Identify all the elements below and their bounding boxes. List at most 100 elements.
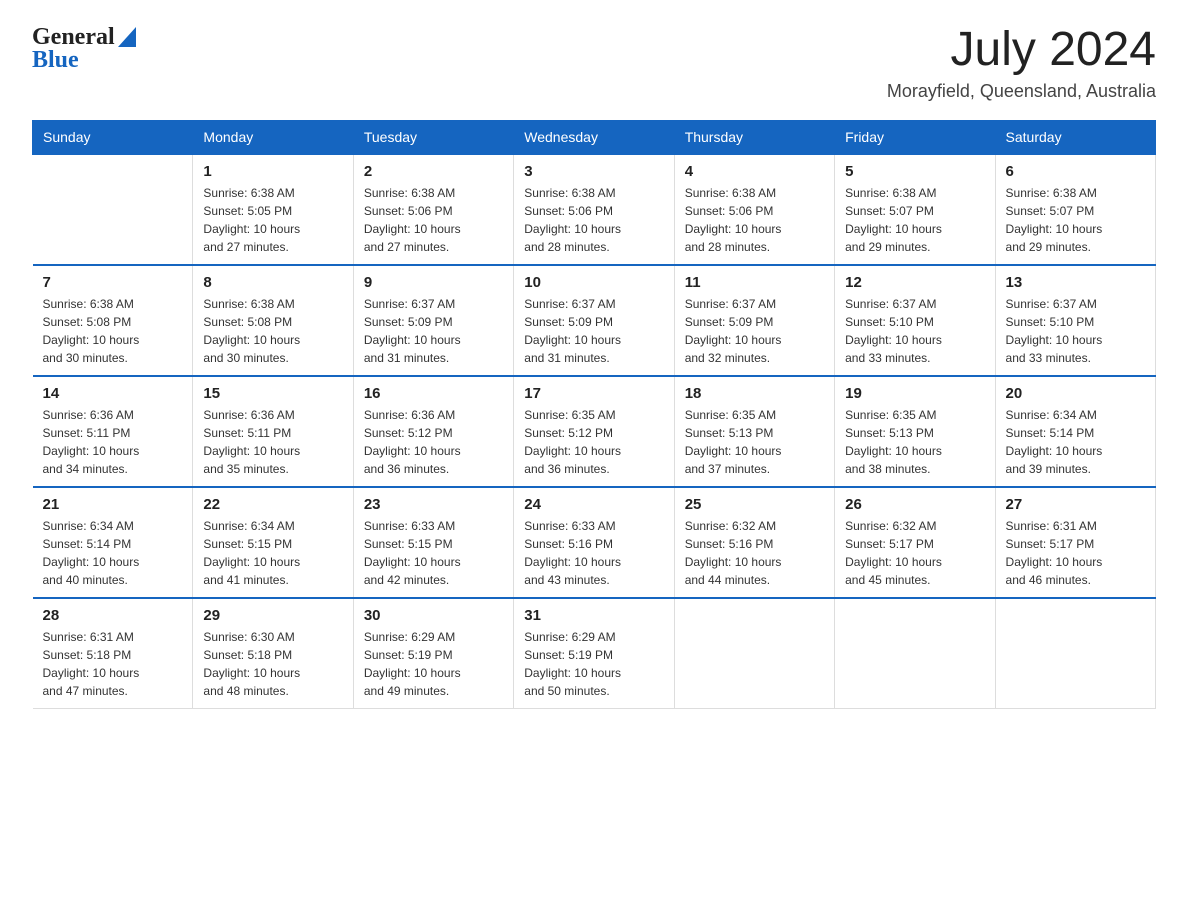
day-number: 30 — [364, 607, 503, 624]
day-info: Sunrise: 6:33 AM Sunset: 5:15 PM Dayligh… — [364, 517, 503, 589]
day-info: Sunrise: 6:38 AM Sunset: 5:06 PM Dayligh… — [364, 184, 503, 256]
calendar-day-header: Tuesday — [353, 120, 513, 154]
day-number: 27 — [1006, 496, 1145, 513]
location-subtitle: Morayfield, Queensland, Australia — [887, 81, 1156, 102]
day-info: Sunrise: 6:32 AM Sunset: 5:16 PM Dayligh… — [685, 517, 824, 589]
day-info: Sunrise: 6:36 AM Sunset: 5:11 PM Dayligh… — [203, 406, 342, 478]
day-info: Sunrise: 6:37 AM Sunset: 5:09 PM Dayligh… — [524, 295, 663, 367]
calendar-week-row: 1 Sunrise: 6:38 AM Sunset: 5:05 PM Daylig… — [33, 154, 1156, 265]
calendar-week-row: 21 Sunrise: 6:34 AM Sunset: 5:14 PM Dayli… — [33, 487, 1156, 598]
calendar-header-row: SundayMondayTuesdayWednesdayThursdayFrid… — [33, 120, 1156, 154]
day-info: Sunrise: 6:32 AM Sunset: 5:17 PM Dayligh… — [845, 517, 984, 589]
page-header: General Blue July 2024 Morayfield, Queen… — [32, 24, 1156, 102]
day-number: 2 — [364, 163, 503, 180]
day-info: Sunrise: 6:34 AM Sunset: 5:14 PM Dayligh… — [43, 517, 183, 589]
day-info: Sunrise: 6:36 AM Sunset: 5:11 PM Dayligh… — [43, 406, 183, 478]
calendar-day-header: Thursday — [674, 120, 834, 154]
day-number: 10 — [524, 274, 663, 291]
day-number: 21 — [43, 496, 183, 513]
calendar-day-cell: 20 Sunrise: 6:34 AM Sunset: 5:14 PM Dayli… — [995, 376, 1155, 487]
calendar-day-cell: 16 Sunrise: 6:36 AM Sunset: 5:12 PM Dayli… — [353, 376, 513, 487]
calendar-day-cell: 14 Sunrise: 6:36 AM Sunset: 5:11 PM Dayli… — [33, 376, 193, 487]
day-number: 25 — [685, 496, 824, 513]
calendar-day-cell: 28 Sunrise: 6:31 AM Sunset: 5:18 PM Dayli… — [33, 598, 193, 709]
calendar-day-cell: 10 Sunrise: 6:37 AM Sunset: 5:09 PM Dayli… — [514, 265, 674, 376]
calendar-day-cell: 21 Sunrise: 6:34 AM Sunset: 5:14 PM Dayli… — [33, 487, 193, 598]
calendar-day-cell: 24 Sunrise: 6:33 AM Sunset: 5:16 PM Dayli… — [514, 487, 674, 598]
day-number: 15 — [203, 385, 342, 402]
calendar-day-cell: 15 Sunrise: 6:36 AM Sunset: 5:11 PM Dayli… — [193, 376, 353, 487]
day-number: 29 — [203, 607, 342, 624]
day-info: Sunrise: 6:31 AM Sunset: 5:18 PM Dayligh… — [43, 628, 183, 700]
day-info: Sunrise: 6:38 AM Sunset: 5:07 PM Dayligh… — [1006, 184, 1145, 256]
logo: General Blue — [32, 24, 136, 74]
calendar-day-header: Sunday — [33, 120, 193, 154]
day-info: Sunrise: 6:38 AM Sunset: 5:05 PM Dayligh… — [203, 184, 342, 256]
day-info: Sunrise: 6:37 AM Sunset: 5:10 PM Dayligh… — [845, 295, 984, 367]
day-number: 5 — [845, 163, 984, 180]
day-number: 12 — [845, 274, 984, 291]
day-number: 31 — [524, 607, 663, 624]
day-number: 16 — [364, 385, 503, 402]
day-number: 26 — [845, 496, 984, 513]
day-number: 17 — [524, 385, 663, 402]
day-number: 4 — [685, 163, 824, 180]
calendar-day-cell: 29 Sunrise: 6:30 AM Sunset: 5:18 PM Dayli… — [193, 598, 353, 709]
calendar-day-cell: 5 Sunrise: 6:38 AM Sunset: 5:07 PM Daylig… — [835, 154, 995, 265]
calendar-week-row: 7 Sunrise: 6:38 AM Sunset: 5:08 PM Daylig… — [33, 265, 1156, 376]
day-info: Sunrise: 6:38 AM Sunset: 5:08 PM Dayligh… — [43, 295, 183, 367]
day-info: Sunrise: 6:35 AM Sunset: 5:13 PM Dayligh… — [685, 406, 824, 478]
day-info: Sunrise: 6:30 AM Sunset: 5:18 PM Dayligh… — [203, 628, 342, 700]
day-number: 13 — [1006, 274, 1145, 291]
day-number: 8 — [203, 274, 342, 291]
day-number: 9 — [364, 274, 503, 291]
day-number: 18 — [685, 385, 824, 402]
calendar-day-cell: 3 Sunrise: 6:38 AM Sunset: 5:06 PM Daylig… — [514, 154, 674, 265]
calendar-day-cell: 4Sunrise: 6:38 AM Sunset: 5:06 PM Daylig… — [674, 154, 834, 265]
day-info: Sunrise: 6:29 AM Sunset: 5:19 PM Dayligh… — [524, 628, 663, 700]
day-number: 7 — [43, 274, 183, 291]
calendar-day-cell: 17Sunrise: 6:35 AM Sunset: 5:12 PM Dayli… — [514, 376, 674, 487]
calendar-day-cell: 13Sunrise: 6:37 AM Sunset: 5:10 PM Dayli… — [995, 265, 1155, 376]
logo-blue-text: Blue — [32, 47, 79, 74]
calendar-day-cell: 25 Sunrise: 6:32 AM Sunset: 5:16 PM Dayli… — [674, 487, 834, 598]
calendar-week-row: 28 Sunrise: 6:31 AM Sunset: 5:18 PM Dayli… — [33, 598, 1156, 709]
day-info: Sunrise: 6:34 AM Sunset: 5:15 PM Dayligh… — [203, 517, 342, 589]
day-info: Sunrise: 6:36 AM Sunset: 5:12 PM Dayligh… — [364, 406, 503, 478]
calendar-day-cell: 18 Sunrise: 6:35 AM Sunset: 5:13 PM Dayli… — [674, 376, 834, 487]
calendar-day-header: Monday — [193, 120, 353, 154]
calendar-day-cell: 30Sunrise: 6:29 AM Sunset: 5:19 PM Dayli… — [353, 598, 513, 709]
calendar-day-cell: 6Sunrise: 6:38 AM Sunset: 5:07 PM Daylig… — [995, 154, 1155, 265]
day-number: 14 — [43, 385, 183, 402]
day-number: 1 — [203, 163, 342, 180]
day-number: 11 — [685, 274, 824, 291]
calendar-week-row: 14 Sunrise: 6:36 AM Sunset: 5:11 PM Dayli… — [33, 376, 1156, 487]
day-info: Sunrise: 6:34 AM Sunset: 5:14 PM Dayligh… — [1006, 406, 1145, 478]
calendar-day-cell: 1 Sunrise: 6:38 AM Sunset: 5:05 PM Daylig… — [193, 154, 353, 265]
month-year-title: July 2024 — [887, 24, 1156, 77]
title-block: July 2024 Morayfield, Queensland, Austra… — [887, 24, 1156, 102]
calendar-day-cell: 2 Sunrise: 6:38 AM Sunset: 5:06 PM Daylig… — [353, 154, 513, 265]
day-number: 20 — [1006, 385, 1145, 402]
day-info: Sunrise: 6:33 AM Sunset: 5:16 PM Dayligh… — [524, 517, 663, 589]
calendar-day-cell: 31 Sunrise: 6:29 AM Sunset: 5:19 PM Dayli… — [514, 598, 674, 709]
calendar-day-cell: 23Sunrise: 6:33 AM Sunset: 5:15 PM Dayli… — [353, 487, 513, 598]
day-number: 24 — [524, 496, 663, 513]
day-info: Sunrise: 6:38 AM Sunset: 5:06 PM Dayligh… — [524, 184, 663, 256]
calendar-day-cell: 12 Sunrise: 6:37 AM Sunset: 5:10 PM Dayli… — [835, 265, 995, 376]
day-number: 3 — [524, 163, 663, 180]
calendar-day-cell: 11 Sunrise: 6:37 AM Sunset: 5:09 PM Dayli… — [674, 265, 834, 376]
day-info: Sunrise: 6:38 AM Sunset: 5:08 PM Dayligh… — [203, 295, 342, 367]
day-number: 19 — [845, 385, 984, 402]
calendar-day-header: Friday — [835, 120, 995, 154]
calendar-day-cell: 9 Sunrise: 6:37 AM Sunset: 5:09 PM Daylig… — [353, 265, 513, 376]
calendar-day-cell — [674, 598, 834, 709]
day-info: Sunrise: 6:37 AM Sunset: 5:09 PM Dayligh… — [364, 295, 503, 367]
day-number: 28 — [43, 607, 183, 624]
calendar-day-cell: 22Sunrise: 6:34 AM Sunset: 5:15 PM Dayli… — [193, 487, 353, 598]
calendar-day-cell — [995, 598, 1155, 709]
day-info: Sunrise: 6:37 AM Sunset: 5:09 PM Dayligh… — [685, 295, 824, 367]
calendar-table: SundayMondayTuesdayWednesdayThursdayFrid… — [32, 120, 1156, 709]
day-info: Sunrise: 6:31 AM Sunset: 5:17 PM Dayligh… — [1006, 517, 1145, 589]
day-info: Sunrise: 6:38 AM Sunset: 5:07 PM Dayligh… — [845, 184, 984, 256]
